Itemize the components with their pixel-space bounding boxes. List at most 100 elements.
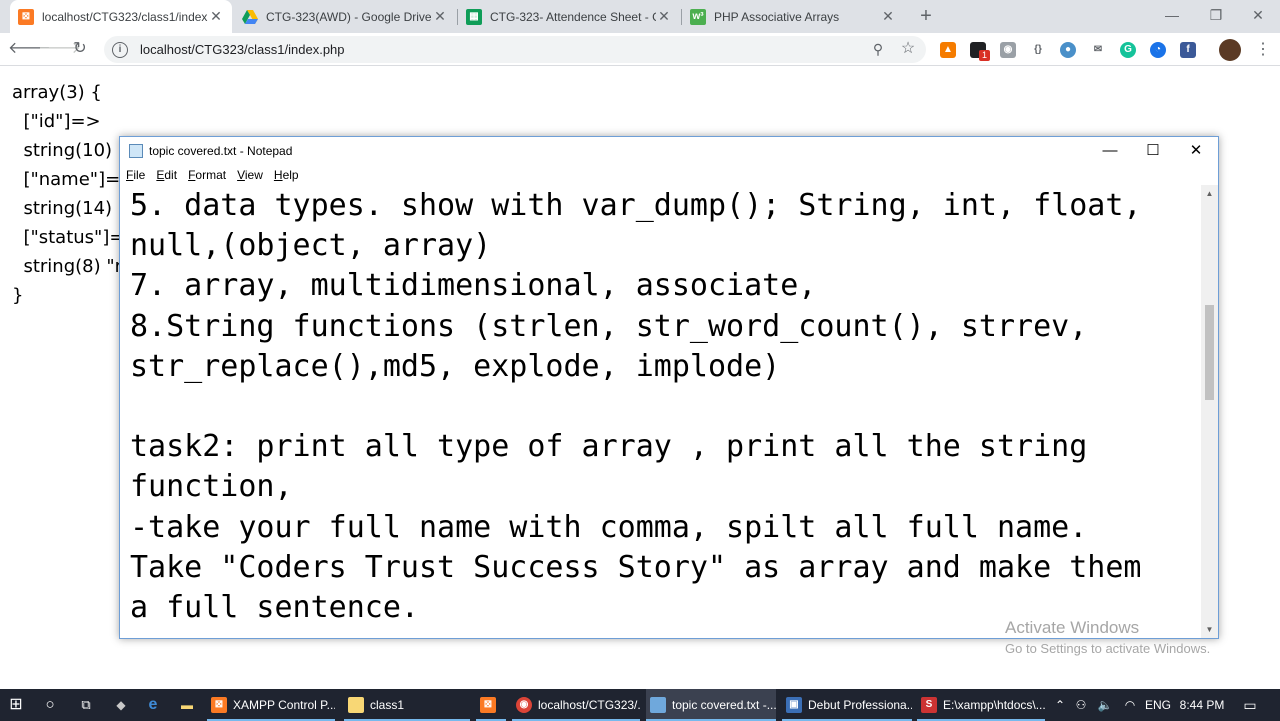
file-explorer-icon[interactable]: ▬: [174, 689, 200, 721]
minimize-button[interactable]: —: [1150, 0, 1194, 30]
text-line: [130, 387, 1196, 427]
chevron-up-icon[interactable]: ⌃: [1051, 689, 1069, 721]
tab-php-associative-arrays[interactable]: w³ PHP Associative Arrays ✕: [682, 0, 904, 33]
network-icon[interactable]: ⚇: [1072, 689, 1090, 721]
back-arrow-icon[interactable]: 🡐: [8, 37, 51, 61]
text-line: 8.String functions (strlen, str_word_cou…: [130, 308, 1088, 344]
text-line: null,(object, array): [130, 228, 492, 264]
task-view-icon[interactable]: ⧉: [72, 689, 100, 721]
notepad-titlebar[interactable]: topic covered.txt - Notepad: [120, 137, 1218, 164]
fire-extension-icon[interactable]: ▲: [940, 42, 956, 58]
new-tab-button[interactable]: +: [914, 4, 938, 28]
start-windows-icon[interactable]: ⊞: [0, 689, 32, 721]
close-tab-icon[interactable]: ✕: [880, 8, 896, 25]
speed-extension-icon[interactable]: ◔: [1150, 42, 1166, 58]
camera-extension-icon[interactable]: ◉: [1000, 42, 1016, 58]
scroll-thumb[interactable]: [1205, 305, 1214, 400]
notepad-minimize-button[interactable]: —: [1088, 137, 1132, 164]
notification-icon[interactable]: ▭: [1238, 689, 1262, 721]
bookmark-star-icon[interactable]: ☆: [900, 41, 916, 57]
notepad-window[interactable]: topic covered.txt - Notepad — ☐ ✕ File E…: [119, 136, 1219, 639]
text-line: function,: [130, 469, 293, 505]
menu-view[interactable]: View: [231, 165, 268, 185]
facebook-icon[interactable]: f: [1180, 42, 1196, 58]
taskbar-item-debut[interactable]: ▣ Debut Professiona...: [782, 689, 912, 721]
search-icon[interactable]: ○: [36, 689, 64, 721]
text-line: -take your full name with comma, spilt a…: [130, 509, 1088, 545]
forward-arrow-icon[interactable]: 🡒: [38, 37, 81, 61]
info-icon[interactable]: i: [112, 41, 128, 58]
url-text[interactable]: localhost/CTG323/class1/index.php: [140, 42, 345, 57]
w3schools-icon: w³: [690, 8, 706, 25]
folder-icon: [348, 697, 364, 713]
taskbar-item-class1[interactable]: class1: [344, 689, 470, 721]
text-line: str_replace(),md5, explode, implode): [130, 348, 781, 384]
notepad-maximize-button[interactable]: ☐: [1131, 137, 1175, 164]
activate-windows-watermark: Activate Windows Go to Settings to activ…: [1005, 618, 1210, 656]
menu-kebab-icon[interactable]: ⋮: [1255, 39, 1271, 59]
chrome-icon: ◉: [516, 697, 532, 713]
output-line: ["name"]=>: [12, 169, 136, 190]
taskbar-item-chrome[interactable]: ◉ localhost/CTG323/...: [512, 689, 640, 721]
globe-extension-icon[interactable]: ●: [1060, 42, 1076, 58]
wifi-icon[interactable]: ◠: [1119, 689, 1141, 721]
close-window-button[interactable]: ✕: [1236, 0, 1280, 30]
close-tab-icon[interactable]: ✕: [656, 8, 672, 25]
notepad-close-button[interactable]: ✕: [1174, 137, 1218, 164]
pinned-app-icon[interactable]: ◆: [108, 689, 134, 721]
tab-label: CTG-323(AWD) - Google Drive: [266, 9, 432, 24]
debut-recorder-icon: ▣: [786, 697, 802, 713]
output-line: string(8) "r: [12, 256, 123, 277]
language-indicator[interactable]: ENG: [1143, 689, 1173, 721]
scroll-up-icon[interactable]: ▲: [1201, 185, 1218, 202]
notepad-text-area[interactable]: 5. data types. show with var_dump(); Str…: [130, 186, 1196, 628]
tab-localhost-index[interactable]: ⊠ localhost/CTG323/class1/index.p ✕: [10, 0, 232, 33]
browser-toolbar: 🡐 🡒 ↻ i localhost/CTG323/class1/index.ph…: [0, 33, 1280, 66]
menu-file[interactable]: File: [120, 165, 150, 185]
reload-icon[interactable]: ↻: [68, 37, 92, 61]
tab-strip: ⊠ localhost/CTG323/class1/index.p ✕ CTG-…: [0, 0, 1280, 33]
json-extension-icon[interactable]: {}: [1030, 42, 1046, 58]
taskbar-item-notepad[interactable]: topic covered.txt -...: [646, 689, 776, 721]
volume-icon[interactable]: 🔈: [1094, 689, 1116, 721]
taskbar-item-sublime[interactable]: S E:\xampp\htdocs\...: [917, 689, 1045, 721]
close-tab-icon[interactable]: ✕: [208, 8, 224, 25]
zoom-icon[interactable]: ⚲: [870, 41, 886, 57]
output-line: string(10) ": [12, 140, 127, 161]
menu-format[interactable]: Format: [182, 165, 231, 185]
close-tab-icon[interactable]: ✕: [432, 8, 448, 25]
watermark-subtitle: Go to Settings to activate Windows.: [1005, 641, 1211, 656]
tab-attendance-sheet[interactable]: ▦ CTG-323- Attendence Sheet - Go ✕: [458, 0, 680, 33]
menu-help[interactable]: Help: [268, 165, 304, 185]
xampp-favicon-icon: ⊠: [18, 8, 34, 25]
taskbar-label: Debut Professiona...: [808, 698, 912, 712]
watermark-title: Activate Windows: [1005, 618, 1140, 637]
tab-google-drive[interactable]: CTG-323(AWD) - Google Drive ✕: [234, 0, 456, 33]
taskbar-item-xampp[interactable]: ⊠ XAMPP Control P...: [207, 689, 335, 721]
notepad-title: topic covered.txt - Notepad: [149, 143, 293, 158]
windows-taskbar: ⊞ ○ ⧉ ◆ e ▬ ⊠ XAMPP Control P... class1 …: [0, 689, 1280, 721]
grammarly-icon[interactable]: G: [1120, 42, 1136, 58]
google-drive-icon: [242, 9, 258, 25]
notepad-menubar: File Edit Format View Help: [120, 165, 1218, 185]
clock[interactable]: 8:44 PM: [1176, 689, 1228, 721]
address-bar[interactable]: i localhost/CTG323/class1/index.php ⚲ ☆: [104, 36, 926, 63]
tab-label: localhost/CTG323/class1/index.p: [42, 9, 208, 24]
text-line: task2: print all type of array , print a…: [130, 429, 1088, 465]
output-line: array(3) {: [12, 82, 102, 103]
text-line: Take "Coders Trust Success Story" as arr…: [130, 549, 1142, 585]
taskbar-label: XAMPP Control P...: [233, 698, 335, 712]
notepad-vertical-scrollbar[interactable]: ▲ ▼: [1201, 185, 1218, 638]
output-line: ["id"]=>: [12, 111, 101, 132]
maximize-button[interactable]: ❐: [1194, 0, 1238, 30]
taskbar-label: topic covered.txt -...: [672, 698, 776, 712]
taskbar-label: E:\xampp\htdocs\...: [943, 698, 1045, 712]
google-sheets-icon: ▦: [466, 8, 482, 25]
taskbar-item-xampp-pinned[interactable]: ⊠: [476, 689, 506, 721]
xampp-icon: ⊠: [480, 697, 496, 713]
mail-extension-icon[interactable]: ✉: [1090, 42, 1106, 58]
edge-icon[interactable]: e: [140, 689, 166, 721]
output-line: string(14) ": [12, 198, 127, 219]
profile-avatar[interactable]: [1219, 39, 1241, 61]
menu-edit[interactable]: Edit: [150, 165, 182, 185]
